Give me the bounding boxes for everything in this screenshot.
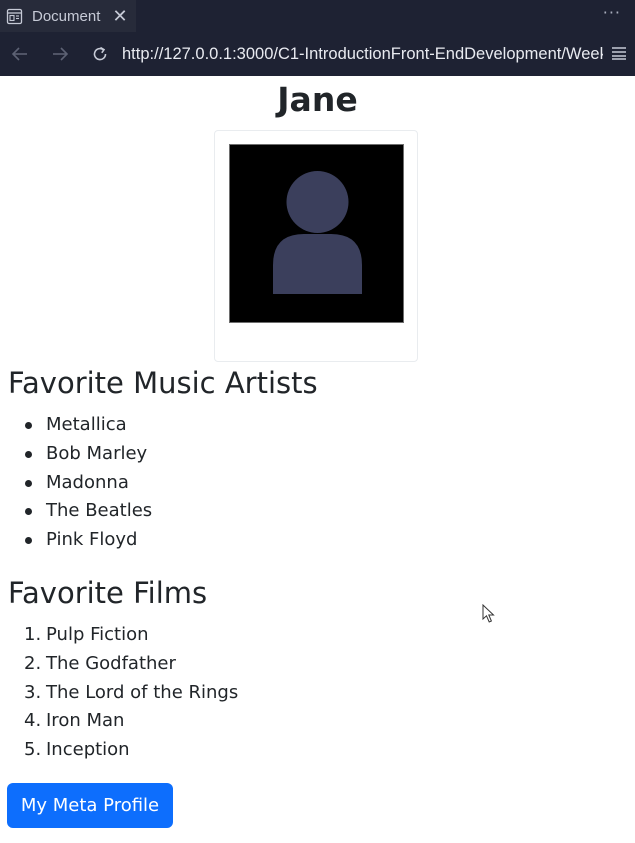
- film-title: The Lord of the Rings: [46, 681, 239, 703]
- list-item: Madonna: [24, 469, 152, 498]
- list-number: 2.: [24, 652, 42, 674]
- list-item: 2. The Godfather: [24, 650, 238, 679]
- list-item: 1. Pulp Fiction: [24, 621, 238, 650]
- film-title: Iron Man: [46, 710, 125, 732]
- music-section-title: Favorite Music Artists: [8, 366, 318, 400]
- film-title: Inception: [46, 739, 130, 761]
- refresh-icon: [91, 45, 109, 63]
- films-list: 1. Pulp Fiction 2. The Godfather 3. The Lor…: [24, 621, 239, 765]
- address-bar[interactable]: http://127.0.0.1:3000/C1-IntroductionFro…: [120, 32, 603, 76]
- meta-profile-button[interactable]: My Meta Profile: [7, 783, 173, 828]
- back-button[interactable]: [0, 32, 40, 76]
- person-avatar-icon: [273, 171, 362, 294]
- hamburger-menu-icon: [611, 45, 627, 64]
- profile-name: Jane: [277, 80, 358, 119]
- film-title: The Godfather: [46, 652, 176, 674]
- list-item: Pink Floyd: [24, 526, 152, 555]
- mouse-pointer-icon: [482, 604, 495, 623]
- browser-tab[interactable]: Document ✕: [0, 0, 136, 32]
- films-section-title: Favorite Films: [8, 576, 208, 610]
- list-item: 4. Iron Man: [24, 707, 238, 736]
- profile-photo-frame: [214, 130, 418, 362]
- browser-tab-bar: Document ✕ ···: [0, 0, 635, 32]
- forward-button[interactable]: [40, 32, 80, 76]
- menu-button[interactable]: [603, 32, 635, 76]
- arrow-left-icon: [11, 45, 29, 63]
- arrow-right-icon: [51, 45, 69, 63]
- page-content: Jane Favorite Music Artists Metallica Bo…: [0, 76, 635, 843]
- list-number: 1.: [24, 624, 42, 645]
- list-item: Metallica: [24, 411, 152, 440]
- browser-nav-bar: http://127.0.0.1:3000/C1-IntroductionFro…: [0, 32, 635, 76]
- refresh-button[interactable]: [80, 32, 120, 76]
- profile-photo: [229, 144, 404, 323]
- film-title: Pulp Fiction: [46, 624, 149, 645]
- list-number: 4.: [24, 710, 42, 732]
- close-icon[interactable]: ✕: [110, 7, 130, 25]
- list-item: 3. The Lord of the Rings: [24, 679, 239, 708]
- list-number: 5.: [24, 739, 42, 761]
- list-item: Bob Marley: [24, 440, 152, 469]
- tab-title: Document: [32, 7, 101, 25]
- page-icon: [6, 8, 23, 25]
- more-options-icon[interactable]: ···: [603, 3, 621, 22]
- music-artist-list: Metallica Bob Marley Madonna The Beatles…: [24, 411, 152, 555]
- list-item: 5. Inception: [24, 736, 238, 765]
- list-item: The Beatles: [24, 497, 152, 526]
- list-number: 3.: [24, 681, 42, 703]
